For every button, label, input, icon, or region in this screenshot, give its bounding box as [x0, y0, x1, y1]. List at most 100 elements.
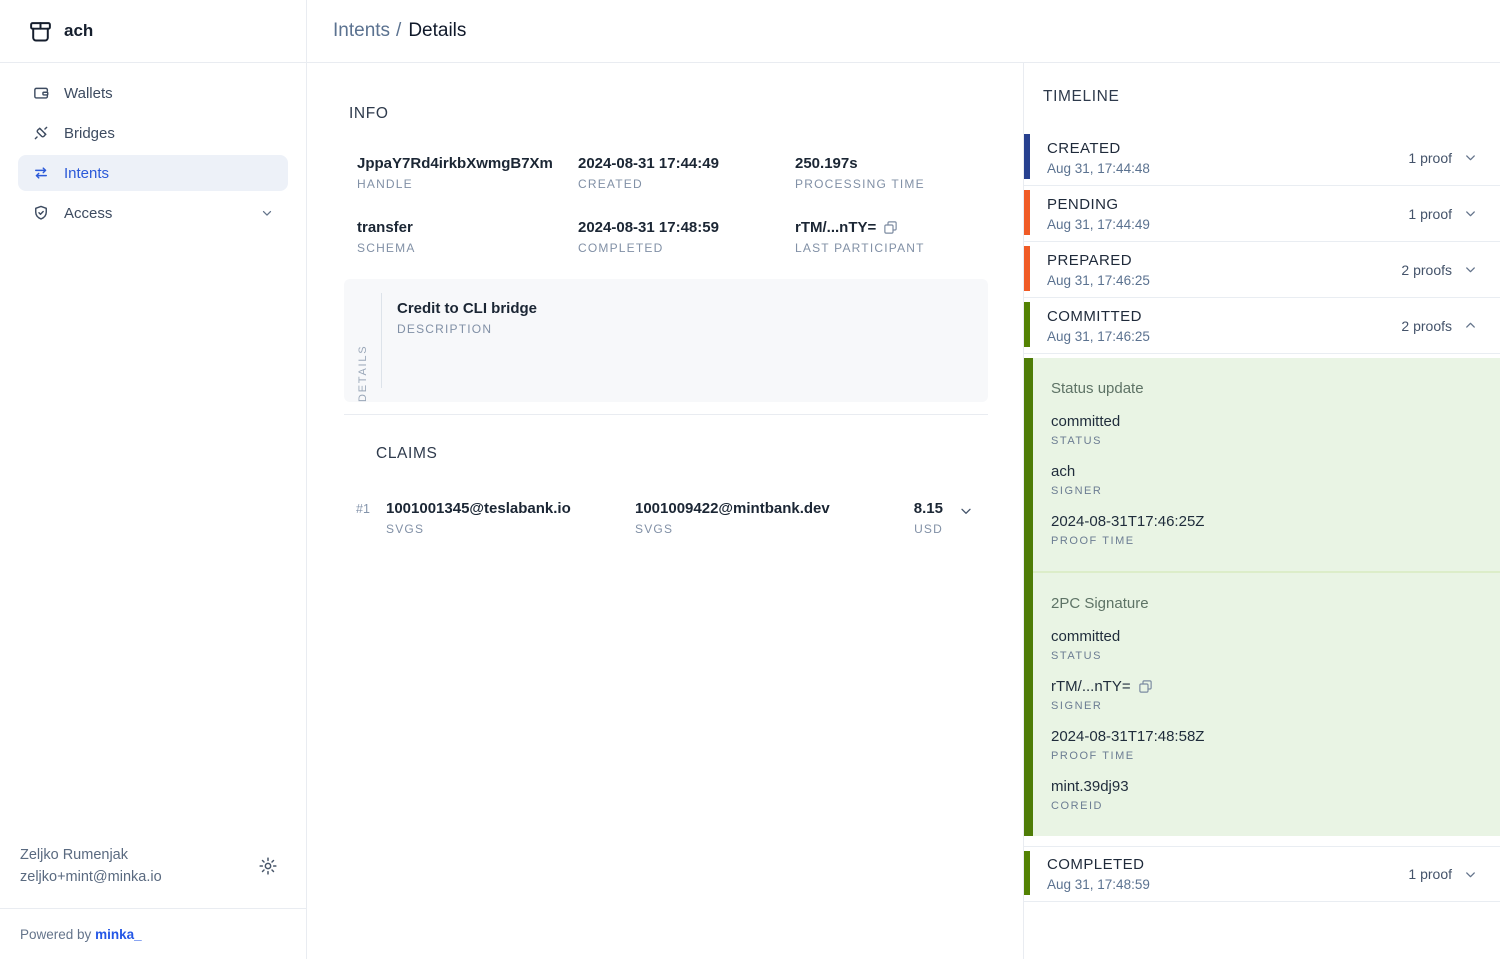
timeline-event-pending[interactable]: PENDING Aug 31, 17:44:49 1 proof — [1024, 186, 1500, 242]
sidebar-nav: Wallets Bridges — [0, 63, 306, 235]
powered-by-label: Powered by — [20, 927, 91, 942]
info-field-completed: 2024-08-31 17:48:59 COMPLETED — [578, 219, 795, 255]
sidebar-item-label: Access — [64, 205, 112, 222]
proof-coreid-value: mint.39dj93 — [1051, 778, 1129, 795]
claim-amount-value: 8.15 — [914, 500, 943, 517]
event-status: PREPARED — [1047, 252, 1150, 269]
claim-source: 1001001345@teslabank.io SVGS — [386, 500, 635, 536]
breadcrumb-separator: / — [396, 20, 401, 42]
event-status: COMPLETED — [1047, 856, 1150, 873]
proof-status-value: committed — [1051, 413, 1120, 430]
proof-count: 1 proof — [1408, 866, 1452, 882]
ledger-box-icon — [28, 19, 53, 44]
page-title: Details — [408, 20, 466, 42]
ledger-name: ach — [64, 21, 93, 41]
handle-value: JppaY7Rd4irkbXwmgB7Xm — [357, 155, 553, 172]
bridge-plug-icon — [32, 124, 50, 142]
claim-expand-button[interactable] — [943, 500, 988, 519]
sidebar-spacer — [0, 235, 306, 844]
proof-field-coreid: mint.39dj93 COREID — [1051, 778, 1480, 812]
proof-time-value: 2024-08-31T17:48:58Z — [1051, 728, 1204, 745]
ledger-switcher[interactable]: ach — [0, 0, 306, 63]
event-time: Aug 31, 17:44:48 — [1047, 161, 1150, 176]
sidebar-item-intents[interactable]: Intents — [18, 155, 288, 191]
sidebar-item-bridges[interactable]: Bridges — [18, 115, 288, 151]
claims-section-title: CLAIMS — [344, 445, 988, 463]
intent-details-panel: INFO JppaY7Rd4irkbXwmgB7Xm HANDLE 2024-0… — [307, 63, 1023, 959]
chevron-down-icon[interactable] — [1463, 150, 1478, 165]
info-field-schema: transfer SCHEMA — [357, 219, 578, 255]
copy-icon[interactable] — [883, 220, 898, 235]
chevron-up-icon[interactable] — [1463, 318, 1478, 333]
processing-time-value: 250.197s — [795, 155, 858, 172]
field-label: LAST PARTICIPANT — [795, 241, 988, 255]
timeline-event-committed[interactable]: COMMITTED Aug 31, 17:46:25 2 proofs — [1024, 298, 1500, 354]
copy-icon[interactable] — [1138, 679, 1153, 694]
info-grid: JppaY7Rd4irkbXwmgB7Xm HANDLE 2024-08-31 … — [344, 155, 988, 255]
event-time: Aug 31, 17:46:25 — [1047, 329, 1150, 344]
proof-time-value: 2024-08-31T17:46:25Z — [1051, 513, 1204, 530]
chevron-down-icon[interactable] — [1463, 206, 1478, 221]
intents-arrows-icon — [32, 164, 50, 182]
claim-source-value: 1001001345@teslabank.io — [386, 500, 571, 517]
info-section-title: INFO — [344, 105, 988, 123]
breadcrumb-intents-link[interactable]: Intents — [333, 20, 390, 42]
sidebar-item-wallets[interactable]: Wallets — [18, 75, 288, 111]
details-vertical-label: DETAILS — [357, 295, 369, 402]
settings-button[interactable] — [258, 856, 278, 876]
description-label: DESCRIPTION — [397, 322, 537, 336]
completed-value: 2024-08-31 17:48:59 — [578, 219, 719, 236]
chevron-down-icon[interactable] — [1463, 867, 1478, 882]
claim-source-label: SVGS — [386, 522, 635, 536]
schema-value: transfer — [357, 219, 413, 236]
user-account: Zeljko Rumenjak zeljko+mint@minka.io — [0, 844, 306, 888]
sidebar-item-label: Wallets — [64, 85, 113, 102]
timeline-panel: TIMELINE CREATED Aug 31, 17:44:48 1 proo… — [1023, 63, 1500, 959]
proof-field-label: SIGNER — [1051, 700, 1480, 712]
claim-currency-label: USD — [914, 522, 943, 536]
event-status: CREATED — [1047, 140, 1150, 157]
created-value: 2024-08-31 17:44:49 — [578, 155, 719, 172]
proof-count: 1 proof — [1408, 150, 1452, 166]
proof-signer-value: ach — [1051, 463, 1075, 480]
proof-card-2pc-signature: 2PC Signature committed STATUS rTM/...nT… — [1024, 571, 1500, 836]
proof-card-status-update: Status update committed STATUS ach SIGNE… — [1024, 358, 1500, 571]
committed-proofs-section: Status update committed STATUS ach SIGNE… — [1024, 358, 1500, 836]
event-time: Aug 31, 17:46:25 — [1047, 273, 1150, 288]
proof-field-label: PROOF TIME — [1051, 535, 1480, 547]
chevron-down-icon[interactable] — [1463, 262, 1478, 277]
wallet-icon — [32, 84, 50, 102]
field-label: COMPLETED — [578, 241, 795, 255]
status-color-bar — [1024, 302, 1030, 347]
field-label: HANDLE — [357, 177, 578, 191]
field-label: SCHEMA — [357, 241, 578, 255]
timeline-title: TIMELINE — [1024, 88, 1500, 106]
proof-count: 2 proofs — [1401, 262, 1452, 278]
event-status: PENDING — [1047, 196, 1150, 213]
sidebar-item-access[interactable]: Access — [18, 195, 288, 231]
proof-field-proof-time: 2024-08-31T17:46:25Z PROOF TIME — [1051, 513, 1480, 547]
claim-row: #1 1001001345@teslabank.io SVGS 10010094… — [344, 500, 988, 536]
powered-by: Powered by minka_ — [0, 909, 306, 959]
timeline-event-completed[interactable]: COMPLETED Aug 31, 17:48:59 1 proof — [1024, 846, 1500, 902]
description-value: Credit to CLI bridge — [397, 300, 537, 317]
sidebar-item-label: Intents — [64, 165, 109, 182]
proof-count: 1 proof — [1408, 206, 1452, 222]
info-field-created: 2024-08-31 17:44:49 CREATED — [578, 155, 795, 191]
claim-target-value: 1001009422@mintbank.dev — [635, 500, 830, 517]
proof-field-status: committed STATUS — [1051, 413, 1480, 447]
timeline-event-prepared[interactable]: PREPARED Aug 31, 17:46:25 2 proofs — [1024, 242, 1500, 298]
proof-field-proof-time: 2024-08-31T17:48:58Z PROOF TIME — [1051, 728, 1480, 762]
timeline-event-created[interactable]: CREATED Aug 31, 17:44:48 1 proof — [1024, 130, 1500, 186]
info-field-handle: JppaY7Rd4irkbXwmgB7Xm HANDLE — [357, 155, 578, 191]
proof-field-signer: rTM/...nTY= SIGNER — [1051, 678, 1480, 712]
proof-card-title: Status update — [1051, 380, 1480, 397]
sidebar-item-label: Bridges — [64, 125, 115, 142]
proof-count: 2 proofs — [1401, 318, 1452, 334]
minka-brand-link[interactable]: minka_ — [95, 927, 142, 942]
proof-field-label: STATUS — [1051, 650, 1480, 662]
details-box: DETAILS Credit to CLI bridge DESCRIPTION — [344, 279, 988, 402]
claim-index: #1 — [356, 500, 386, 516]
claim-target-label: SVGS — [635, 522, 914, 536]
status-color-bar — [1024, 134, 1030, 179]
